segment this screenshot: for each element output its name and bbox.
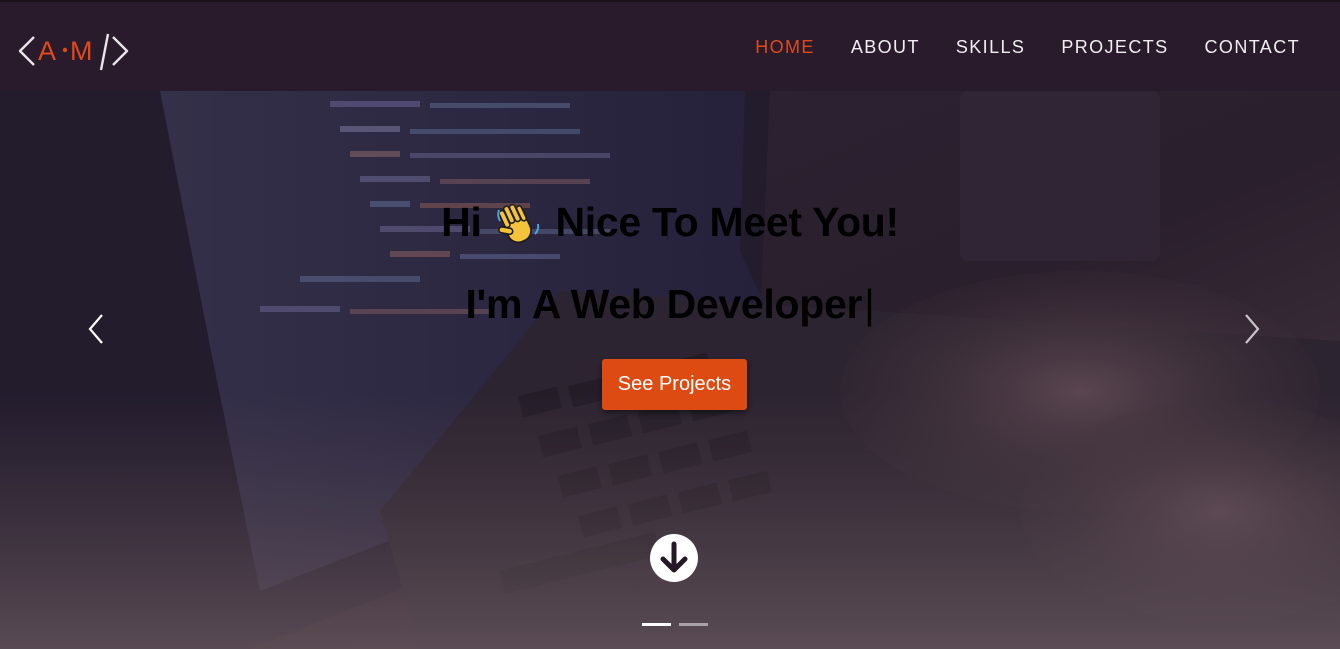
hero-tagline: I'm A Web Developer | [0,281,1340,328]
carousel-indicator-1[interactable] [642,623,671,626]
hero-greeting: Hi Nice To Meet You! [0,199,1340,246]
scroll-down-button[interactable] [649,531,699,585]
site-logo[interactable]: A M [18,32,130,74]
carousel-indicators [642,623,708,626]
navbar: A M HOME ABOUT SKILLS PROJECTS CONTACT [0,0,1340,91]
greeting-hi: Hi [441,199,482,245]
hero-carousel: Hi Nice To Meet You! I'm A Web Developer… [0,91,1340,649]
typing-cursor: | [864,281,875,327]
logo-letter-m: M [70,36,93,66]
arrow-down-circle-icon [650,534,698,582]
logo-letter-a: A [38,36,56,66]
nav-link-contact[interactable]: CONTACT [1205,37,1300,58]
greeting-text: Nice To Meet You! [555,199,899,245]
carousel-indicator-2[interactable] [679,623,708,626]
nav-link-projects[interactable]: PROJECTS [1061,37,1168,58]
tagline-text: I'm A Web Developer [465,281,863,327]
logo-graphic: A M [18,33,129,71]
nav-link-home[interactable]: HOME [755,37,815,58]
nav-link-skills[interactable]: SKILLS [956,37,1025,58]
waving-hand-icon [495,200,541,246]
see-projects-button[interactable]: See Projects [602,359,747,410]
main-nav: HOME ABOUT SKILLS PROJECTS CONTACT [755,37,1300,58]
nav-link-about[interactable]: ABOUT [851,37,920,58]
